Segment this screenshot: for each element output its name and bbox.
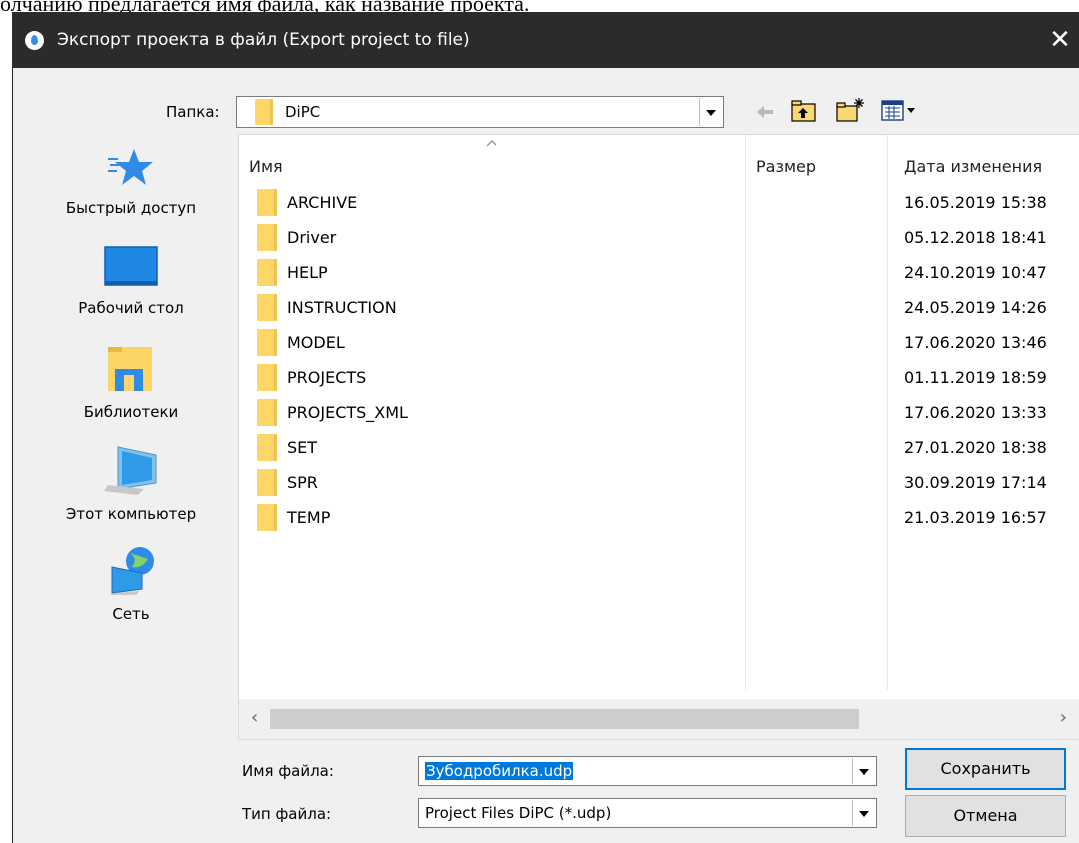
file-row[interactable]: HELP 24.10.2019 10:47 (257, 257, 1067, 292)
file-name: TEMP (287, 508, 331, 527)
file-row[interactable]: PROJECTS 01.11.2019 18:59 (257, 362, 1067, 397)
file-date: 27.01.2020 18:38 (904, 438, 1047, 457)
file-name: PROJECTS_XML (287, 403, 408, 422)
file-row[interactable]: INSTRUCTION 24.05.2019 14:26 (257, 292, 1067, 327)
folder-icon (257, 434, 277, 461)
filename-input[interactable]: Зубодробилка.udp (425, 762, 574, 780)
view-menu-icon[interactable] (881, 99, 919, 123)
file-name: ARCHIVE (287, 193, 358, 212)
folder-icon (257, 364, 277, 391)
place-label: Этот компьютер (65, 505, 197, 523)
look-in-combo[interactable]: DiPC (236, 96, 724, 128)
file-date: 17.06.2020 13:46 (904, 333, 1047, 352)
scroll-left-icon[interactable]: ‹ (251, 707, 258, 728)
file-name: SPR (287, 473, 318, 492)
window-title: Экспорт проекта в файл (Export project t… (57, 30, 470, 50)
chevron-down-icon[interactable] (852, 800, 875, 826)
cancel-button[interactable]: Отмена (905, 795, 1066, 837)
file-row[interactable]: TEMP 21.03.2019 16:57 (257, 502, 1067, 537)
place-label: Рабочий стол (78, 299, 184, 317)
place-quick-access[interactable]: Быстрый доступ (41, 145, 221, 217)
column-header-date[interactable]: Дата изменения (904, 157, 1042, 176)
look-in-label: Папка: (166, 103, 220, 121)
app-drop-icon (25, 31, 44, 50)
place-libraries[interactable]: Библиотеки (41, 345, 221, 421)
file-row[interactable]: Driver 05.12.2018 18:41 (257, 222, 1067, 257)
folder-icon (257, 329, 277, 356)
close-button[interactable]: ✕ (1040, 12, 1079, 68)
place-this-pc[interactable]: Этот компьютер (41, 445, 221, 523)
up-folder-icon[interactable] (791, 99, 817, 123)
quick-access-star-icon (108, 149, 153, 185)
filename-combo[interactable]: Зубодробилка.udp (418, 756, 877, 786)
desktop-icon (104, 246, 158, 286)
place-network[interactable]: Сеть (41, 545, 221, 623)
file-row[interactable]: MODEL 17.06.2020 13:46 (257, 327, 1067, 362)
folder-icon (257, 469, 277, 496)
folder-icon (257, 399, 277, 426)
filename-label: Имя файла: (242, 762, 334, 780)
file-name: MODEL (287, 333, 345, 352)
folder-icon (257, 294, 277, 321)
folder-icon (257, 189, 277, 216)
file-name: HELP (287, 263, 328, 282)
network-icon (110, 547, 154, 595)
folder-icon (257, 224, 277, 251)
filetype-value: Project Files DiPC (*.udp) (425, 804, 612, 822)
column-header-size[interactable]: Размер (756, 157, 816, 176)
file-name: INSTRUCTION (287, 298, 397, 317)
new-folder-icon[interactable] (836, 97, 866, 123)
file-date: 24.05.2019 14:26 (904, 298, 1047, 317)
place-label: Сеть (112, 605, 150, 623)
export-dialog: Экспорт проекта в файл (Export project t… (12, 12, 1079, 843)
file-date: 05.12.2018 18:41 (904, 228, 1047, 247)
look-in-value: DiPC (285, 103, 321, 121)
title-bar: Экспорт проекта в файл (Export project t… (13, 12, 1079, 68)
chevron-down-icon[interactable] (852, 758, 875, 784)
file-date: 30.09.2019 17:14 (904, 473, 1047, 492)
file-row[interactable]: ARCHIVE 16.05.2019 15:38 (257, 187, 1067, 222)
file-date: 01.11.2019 18:59 (904, 368, 1047, 387)
scrollbar-thumb[interactable] (270, 709, 859, 729)
file-date: 17.06.2020 13:33 (904, 403, 1047, 422)
file-name: SET (287, 438, 318, 457)
file-list[interactable]: Имя Размер Дата изменения ARCHIVE 16.05.2… (238, 134, 1079, 740)
scroll-right-icon[interactable]: › (1060, 707, 1067, 728)
file-row[interactable]: SET 27.01.2020 18:38 (257, 432, 1067, 467)
file-date: 24.10.2019 10:47 (904, 263, 1047, 282)
filetype-label: Тип файла: (242, 805, 332, 823)
back-arrow-icon[interactable] (755, 102, 775, 122)
folder-icon (257, 259, 277, 286)
place-desktop[interactable]: Рабочий стол (41, 245, 221, 317)
column-header-name[interactable]: Имя (249, 157, 283, 176)
folder-icon (255, 99, 273, 125)
chevron-down-icon[interactable] (699, 98, 722, 126)
libraries-icon (108, 347, 152, 391)
place-label: Библиотеки (83, 403, 179, 421)
file-row[interactable]: SPR 30.09.2019 17:14 (257, 467, 1067, 502)
file-date: 21.03.2019 16:57 (904, 508, 1047, 527)
horizontal-scrollbar[interactable]: ‹ › (239, 699, 1079, 739)
computer-icon (104, 446, 157, 495)
file-name: Driver (287, 228, 337, 247)
save-button[interactable]: Сохранить (905, 748, 1066, 790)
place-label: Быстрый доступ (65, 199, 197, 217)
folder-icon (257, 504, 277, 531)
sort-ascending-icon (486, 140, 496, 147)
filetype-combo[interactable]: Project Files DiPC (*.udp) (418, 798, 877, 828)
file-name: PROJECTS (287, 368, 367, 387)
file-date: 16.05.2019 15:38 (904, 193, 1047, 212)
file-row[interactable]: PROJECTS_XML 17.06.2020 13:33 (257, 397, 1067, 432)
